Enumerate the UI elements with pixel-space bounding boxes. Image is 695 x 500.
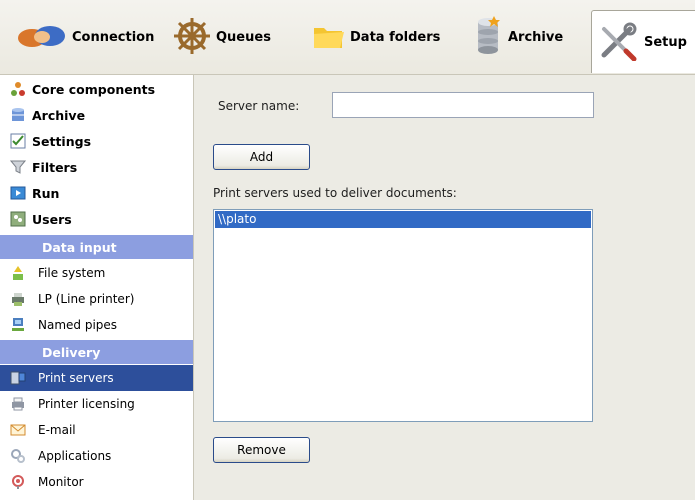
monitor-icon [10, 474, 26, 490]
toolbar-queues-label: Queues [216, 29, 271, 45]
checklist-icon [10, 133, 26, 149]
sidebar-item-file-system[interactable]: File system [0, 260, 193, 286]
toolbar-queues-button[interactable]: Queues [172, 10, 271, 64]
server-name-input[interactable] [332, 92, 594, 118]
ship-wheel-icon [172, 16, 212, 59]
sidebar-section-data-input: Data input [0, 235, 193, 259]
printer-icon [10, 396, 26, 412]
sidebar-item-label: Print servers [38, 371, 114, 385]
toolbar-connection-label: Connection [72, 29, 155, 45]
handshake-icon [16, 18, 68, 57]
main-toolbar: Connection Queues Data folders Archive S… [0, 0, 695, 75]
sidebar-item-printer-licensing[interactable]: Printer licensing [0, 391, 193, 417]
sidebar-item-e-mail[interactable]: E-mail [0, 417, 193, 443]
sidebar-item-label: Users [32, 211, 72, 227]
sidebar-item-lp-line-printer[interactable]: LP (Line printer) [0, 286, 193, 312]
sidebar-item-label: Core components [32, 81, 156, 97]
database-icon [10, 107, 26, 123]
print-servers-list[interactable]: \\plato [213, 209, 593, 422]
components-icon [10, 81, 26, 97]
funnel-icon [10, 159, 26, 175]
sidebar-item-monitor[interactable]: Monitor [0, 469, 193, 495]
sidebar-item-label: LP (Line printer) [38, 292, 135, 306]
toolbar-archive-label: Archive [508, 29, 564, 45]
sidebar-item-label: Named pipes [38, 318, 118, 332]
sidebar-item-archive[interactable]: Archive [0, 102, 193, 128]
run-icon [10, 185, 26, 201]
sidebar-item-filters[interactable]: Filters [0, 154, 193, 180]
sidebar-item-label: Monitor [38, 475, 84, 489]
setup-sidebar: Core components Archive Settings Filters… [0, 75, 194, 500]
toolbar-data-folders-label: Data folders [350, 29, 441, 45]
sidebar-item-label: Printer licensing [38, 397, 135, 411]
sidebar-item-core-components[interactable]: Core components [0, 76, 193, 102]
sidebar-item-applications[interactable]: Applications [0, 443, 193, 469]
sidebar-item-named-pipes[interactable]: Named pipes [0, 312, 193, 338]
sidebar-item-users[interactable]: Users [0, 206, 193, 232]
envelope-icon [10, 422, 26, 438]
sidebar-item-label: Archive [32, 107, 86, 123]
print-servers-list-label: Print servers used to deliver documents: [213, 186, 457, 200]
toolbar-data-folders-button[interactable]: Data folders [310, 10, 440, 64]
list-item[interactable]: \\plato [215, 211, 591, 228]
remove-button[interactable]: Remove [213, 437, 310, 463]
network-icon [10, 317, 26, 333]
gears-icon [10, 448, 26, 464]
line-printer-icon [10, 291, 26, 307]
sidebar-item-settings[interactable]: Settings [0, 128, 193, 154]
sidebar-item-label: Run [32, 185, 60, 201]
print-server-icon [10, 370, 26, 386]
toolbar-archive-button[interactable]: Archive [472, 10, 563, 64]
file-system-icon [10, 265, 26, 281]
server-name-label: Server name: [218, 99, 300, 113]
tools-icon [596, 21, 640, 64]
print-servers-panel: Server name: Add Print servers used to d… [194, 75, 695, 500]
sidebar-item-label: File system [38, 266, 106, 280]
sidebar-section-delivery: Delivery [0, 340, 193, 364]
toolbar-connection-button[interactable]: Connection [16, 10, 154, 64]
add-button[interactable]: Add [213, 144, 310, 170]
sidebar-item-label: Filters [32, 159, 78, 175]
toolbar-setup-label: Setup [644, 34, 687, 50]
sidebar-item-label: Applications [38, 449, 112, 463]
sidebar-item-run[interactable]: Run [0, 180, 193, 206]
toolbar-setup-button[interactable]: Setup [591, 10, 695, 73]
users-icon [10, 211, 26, 227]
sidebar-item-label: Settings [32, 133, 92, 149]
sidebar-item-print-servers[interactable]: Print servers [0, 365, 193, 391]
database-icon [472, 15, 504, 59]
folder-icon [310, 18, 346, 57]
sidebar-item-label: E-mail [38, 423, 76, 437]
